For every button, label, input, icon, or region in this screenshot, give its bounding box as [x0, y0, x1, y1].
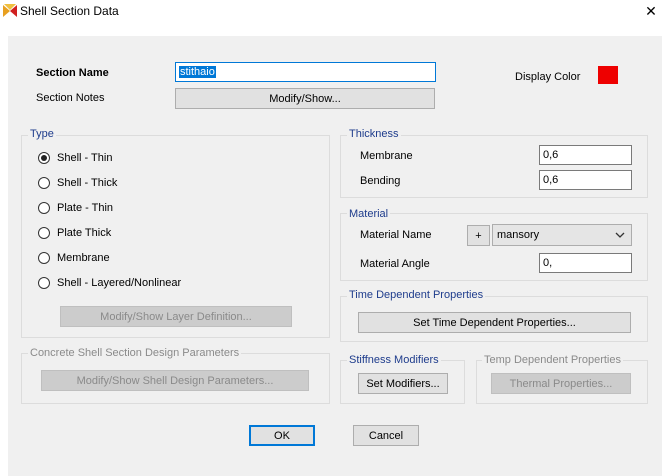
radio-label: Plate - Thin	[57, 202, 114, 214]
radio-label: Shell - Layered/Nonlinear	[57, 277, 182, 289]
radio-button[interactable]	[38, 277, 50, 289]
radio-label: Membrane	[57, 252, 110, 264]
thickness-title: Thickness	[347, 128, 401, 140]
radio-label: Shell - Thin	[57, 152, 113, 164]
cancel-button[interactable]: Cancel	[353, 425, 419, 446]
material-angle-label: Material Angle	[360, 258, 430, 270]
app-icon	[2, 3, 18, 19]
display-color-label: Display Color	[515, 71, 581, 83]
radio-label: Plate Thick	[57, 227, 112, 239]
ok-button[interactable]: OK	[249, 425, 315, 446]
radio-plate-thin[interactable]: Plate - Thin	[38, 201, 238, 217]
set-time-dependent-button[interactable]: Set Time Dependent Properties...	[358, 312, 631, 333]
material-name-select[interactable]: mansory	[492, 224, 632, 246]
radio-selected-dot	[41, 155, 47, 161]
bending-label: Bending	[360, 175, 401, 187]
section-name-value: stithaio	[179, 66, 216, 78]
set-modifiers-button[interactable]: Set Modifiers...	[358, 373, 448, 394]
notes-modify-show-button[interactable]: Modify/Show...	[175, 88, 435, 109]
section-notes-label: Section Notes	[36, 92, 105, 104]
thermal-properties-button[interactable]: Thermal Properties...	[491, 373, 631, 394]
shell-section-dialog: Shell Section Data ✕ Section Name stitha…	[0, 0, 670, 476]
window-title: Shell Section Data	[20, 4, 119, 18]
stiffness-modifiers-title: Stiffness Modifiers	[347, 354, 441, 366]
radio-button[interactable]	[38, 227, 50, 239]
radio-plate-thick[interactable]: Plate Thick	[38, 226, 238, 242]
material-title: Material	[347, 208, 391, 220]
material-angle-input[interactable]: 0,	[539, 253, 632, 273]
bending-thickness-input[interactable]: 0,6	[539, 170, 632, 190]
temp-dependent-title: Temp Dependent Properties	[482, 354, 623, 366]
time-dependent-title: Time Dependent Properties	[347, 289, 486, 301]
radio-button[interactable]	[38, 152, 50, 164]
type-group-title: Type	[28, 128, 56, 140]
chevron-down-icon	[615, 230, 625, 243]
radio-label: Shell - Thick	[57, 177, 118, 189]
shell-design-params-button[interactable]: Modify/Show Shell Design Parameters...	[41, 370, 309, 391]
material-name-value: mansory	[497, 229, 540, 241]
material-name-label: Material Name	[360, 229, 432, 241]
section-name-label: Section Name	[36, 67, 109, 79]
concrete-design-title: Concrete Shell Section Design Parameters	[28, 347, 242, 359]
radio-shell-thick[interactable]: Shell - Thick	[38, 176, 238, 192]
close-icon[interactable]: ✕	[632, 0, 670, 22]
layer-definition-button[interactable]: Modify/Show Layer Definition...	[60, 306, 292, 327]
radio-shell-layered[interactable]: Shell - Layered/Nonlinear	[38, 276, 278, 292]
radio-membrane[interactable]: Membrane	[38, 251, 238, 267]
dialog-client-area: Section Name stithaio Section Notes Modi…	[8, 36, 662, 476]
add-material-button[interactable]: +	[467, 225, 490, 246]
title-bar: Shell Section Data ✕	[0, 0, 670, 22]
radio-shell-thin[interactable]: Shell - Thin	[38, 151, 238, 167]
section-name-input[interactable]: stithaio	[175, 62, 436, 82]
radio-button[interactable]	[38, 177, 50, 189]
membrane-thickness-input[interactable]: 0,6	[539, 145, 632, 165]
radio-button[interactable]	[38, 252, 50, 264]
display-color-swatch[interactable]	[598, 66, 618, 84]
radio-button[interactable]	[38, 202, 50, 214]
membrane-label: Membrane	[360, 150, 413, 162]
